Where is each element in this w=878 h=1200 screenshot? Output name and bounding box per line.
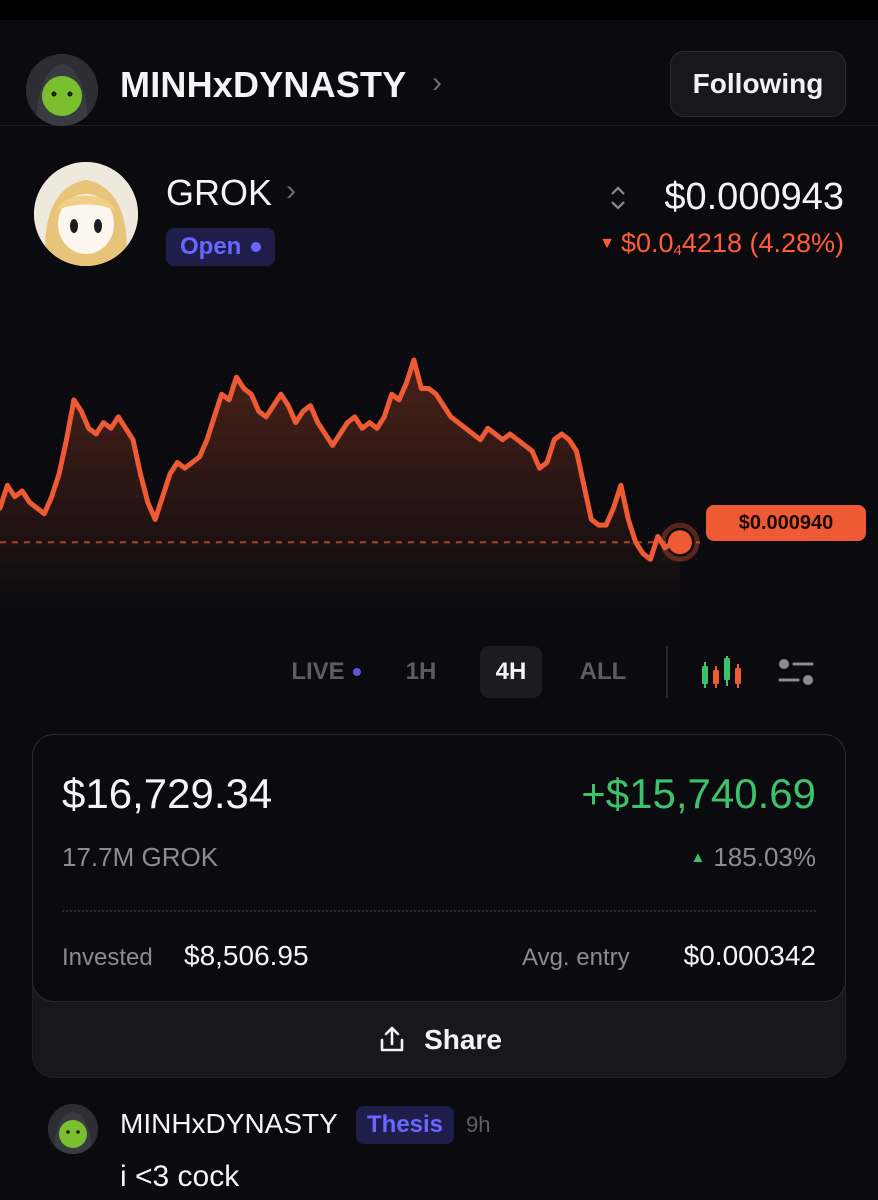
range-1h[interactable]: 1H xyxy=(386,646,456,698)
avg-entry-value: $0.000342 xyxy=(683,940,816,971)
avg-entry-label: Avg. entry xyxy=(522,944,630,971)
price-change-subscript: 4 xyxy=(673,242,682,259)
range-all-label: ALL xyxy=(579,658,627,685)
profile-name[interactable]: MINHxDYNASTY xyxy=(120,64,406,106)
position-pnl: +$15,740.69 xyxy=(581,770,816,817)
share-label: Share xyxy=(424,1024,502,1055)
range-all[interactable]: ALL xyxy=(570,646,636,698)
position-holding: 17.7M GROK xyxy=(62,842,219,872)
status-badge: Open xyxy=(166,228,276,266)
profile-avatar[interactable] xyxy=(26,54,98,126)
chevron-right-icon[interactable]: › xyxy=(286,174,296,208)
sort-toggle-icon[interactable] xyxy=(606,182,630,214)
range-1h-label: 1H xyxy=(405,658,437,685)
token-name[interactable]: GROK xyxy=(166,172,272,214)
comment-author[interactable]: MINHxDYNASTY xyxy=(120,1108,338,1140)
share-icon xyxy=(380,1026,404,1052)
range-4h[interactable]: 4H xyxy=(480,646,542,698)
current-price-tag: $0.000940 xyxy=(706,505,866,541)
range-divider xyxy=(666,646,668,698)
price-chart[interactable] xyxy=(0,280,878,610)
hooded-frog-avatar-icon xyxy=(48,1104,98,1154)
following-button[interactable]: Following xyxy=(670,51,846,117)
chevron-right-icon[interactable]: › xyxy=(432,66,442,100)
price-change-suffix: 4218 (4.28%) xyxy=(681,228,844,258)
price-change-prefix: $0.0 xyxy=(620,228,674,258)
time-range-selector: LIVE 1H 4H ALL xyxy=(0,646,878,700)
invested-value: $8,506.95 xyxy=(184,940,309,971)
triangle-up-icon: ▲ xyxy=(690,849,706,866)
token-avatar[interactable] xyxy=(34,162,138,266)
profile-header: MINHxDYNASTY › Following xyxy=(0,20,878,126)
status-dot-icon xyxy=(251,242,262,252)
candlestick-icon[interactable] xyxy=(698,654,744,690)
price-change: ▼ $0.044218 (4.28%) xyxy=(599,228,844,259)
range-live[interactable]: LIVE xyxy=(280,646,372,698)
pnl-percent-value: 185.03% xyxy=(713,842,816,872)
share-button[interactable]: Share xyxy=(32,1002,846,1078)
hooded-frog-avatar-icon xyxy=(26,54,98,126)
chart-settings-icon[interactable] xyxy=(776,654,816,690)
divider xyxy=(62,910,816,912)
triangle-down-icon: ▼ xyxy=(599,234,615,252)
range-4h-label: 4H xyxy=(495,658,527,685)
position-value: $16,729.34 xyxy=(62,770,273,817)
invested-label: Invested xyxy=(62,944,153,971)
comment-text: i <3 cock xyxy=(120,1160,240,1193)
anime-avatar-icon xyxy=(34,162,138,266)
status-bar xyxy=(0,0,878,20)
thesis-badge: Thesis xyxy=(356,1106,455,1144)
comment-avatar[interactable] xyxy=(48,1104,98,1154)
current-price-point xyxy=(668,530,692,555)
live-dot-icon xyxy=(352,668,361,676)
comment-timestamp: 9h xyxy=(466,1112,491,1137)
status-badge-label: Open xyxy=(180,233,242,260)
range-live-label: LIVE xyxy=(291,658,345,685)
pnl-percent: ▲ 185.03% xyxy=(690,842,816,873)
token-price: $0.000943 xyxy=(664,176,844,218)
